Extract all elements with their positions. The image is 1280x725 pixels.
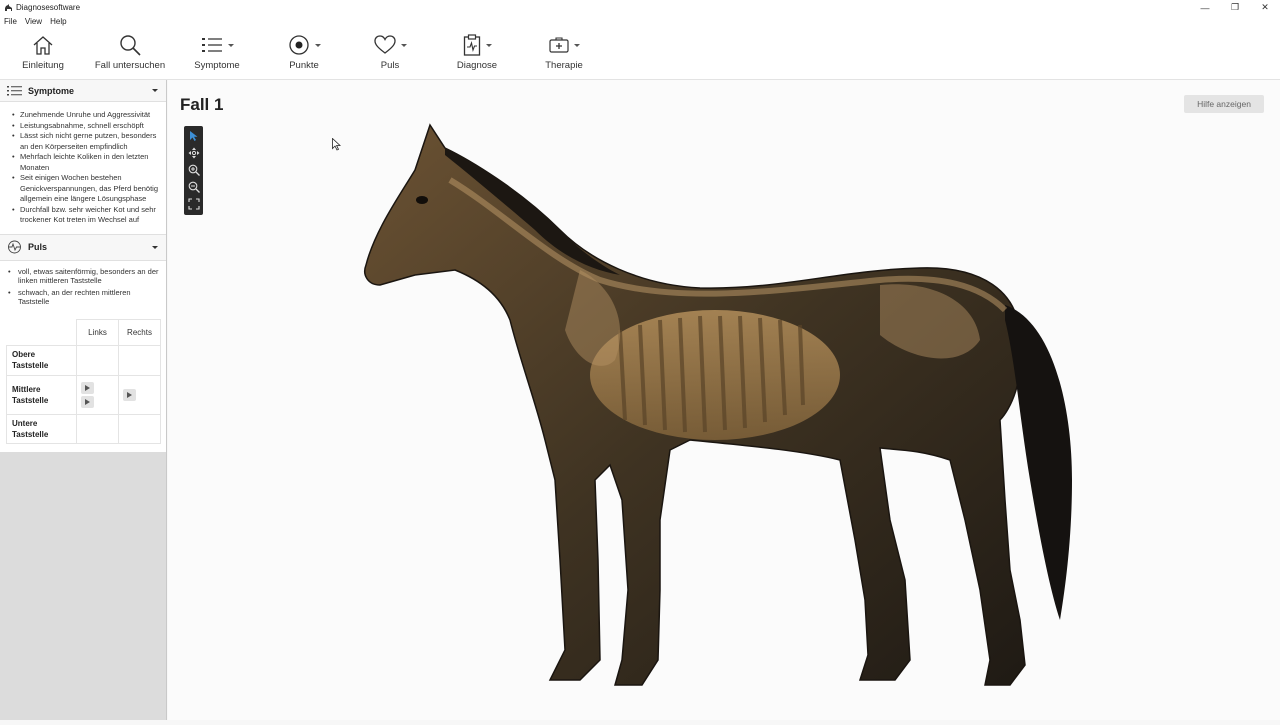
list-item: Durchfall bzw. sehr weicher Kot und sehr… [12,205,160,226]
target-point-icon [288,35,309,55]
list-item: Lässt sich nicht gerne putzen, besonders… [12,131,160,152]
toolbar-label: Punkte [289,60,319,71]
first-aid-icon [548,37,569,53]
window-title: Diagnosesoftware [16,3,81,12]
puls-panel-title: Puls [28,242,48,252]
chevron-down-icon[interactable] [152,245,158,249]
symptome-panel: Symptome Zunehmende Unruhe und Aggressiv… [0,80,166,234]
clipboard-icon [463,34,480,56]
chevron-down-icon [573,43,580,47]
symptom-list: Zunehmende Unruhe und Aggressivität Leis… [0,102,166,234]
list-icon [6,84,22,98]
mouse-cursor-icon [332,137,342,156]
play-pulse-button[interactable] [81,381,94,394]
symptome-panel-title: Symptome [28,85,75,96]
menu-view[interactable]: View [25,17,42,26]
menu-help[interactable]: Help [50,17,66,26]
symptome-panel-header[interactable]: Symptome [0,80,166,102]
chevron-down-icon [227,43,234,47]
toolbar-punkte-button[interactable]: Punkte [284,32,324,76]
window-controls: — ❐ ✕ [1190,0,1280,15]
toolbar-label: Diagnose [456,60,498,71]
toolbar-symptome-button[interactable]: Symptome [192,32,242,76]
puls-panel: Puls voll, etwas saitenförmig, besonders… [0,233,166,452]
cell-obere-links [76,344,119,376]
toolbar-fall-untersuchen-button[interactable]: Fall untersuchen [94,32,166,76]
main-view: Fall 1 Hilfe anzeigen [168,80,1280,720]
toolbar-einleitung-button[interactable]: Einleitung [22,32,64,76]
table-header-row: Links Rechts [7,318,161,346]
row-label-untere: Untere Taststelle [6,413,77,444]
toolbar-label: Puls [380,60,400,71]
list-item: Seit einigen Wochen bestehen Genickversp… [12,173,160,205]
cell-obere-rechts [118,344,161,376]
heart-icon [373,35,396,54]
list-item: Mehrfach leichte Koliken in den letzten … [12,152,160,173]
cell-untere-links [76,413,119,444]
toolbar-label: Einleitung [22,60,64,71]
list-icon [201,38,222,52]
list-item: voll, etwas saitenförmig, besonders an d… [8,267,160,285]
list-item: schwach, an der rechten mittleren Tastst… [8,288,160,306]
toolbar-therapie-button[interactable]: Therapie [542,32,586,76]
table-row: Mittlere Taststelle [6,374,161,415]
zoom-in-icon[interactable] [186,162,201,178]
play-pulse-button[interactable] [81,395,94,408]
toolbar-label: Fall untersuchen [94,60,166,71]
move-icon[interactable] [186,145,201,161]
cell-mittlere-rechts [118,374,161,415]
list-item: Zunehmende Unruhe und Aggressivität [12,110,160,121]
puls-list: voll, etwas saitenförmig, besonders an d… [0,261,166,315]
puls-table: Links Rechts Obere Taststelle Mittlere T… [6,318,161,444]
table-row: Obere Taststelle [6,344,161,376]
horse-app-icon [3,3,13,13]
home-icon [33,36,53,55]
chevron-down-icon [400,43,407,47]
help-button[interactable]: Hilfe anzeigen [1184,95,1264,113]
select-cursor-icon[interactable] [186,128,201,144]
chevron-down-icon[interactable] [152,89,158,92]
cell-mittlere-links [76,374,119,415]
play-pulse-button[interactable] [123,388,136,401]
toolbar-puls-button[interactable]: Puls [372,32,408,76]
close-button[interactable]: ✕ [1250,0,1280,15]
list-item: Leistungsabnahme, schnell erschöpft [12,121,160,132]
chevron-down-icon [485,43,492,47]
toolbar-diagnose-button[interactable]: Diagnose [455,32,499,76]
viewer-toolbar [184,126,203,215]
chevron-down-icon [314,43,321,47]
zoom-out-icon[interactable] [186,179,201,195]
menu-bar: File View Help [0,15,1280,28]
column-header-links: Links [76,318,119,346]
title-bar: Diagnosesoftware — ❐ ✕ [0,0,1280,15]
menu-file[interactable]: File [4,17,17,26]
row-label-obere: Obere Taststelle [6,344,77,376]
toolbar: Einleitung Fall untersuchen Symptome Pun… [0,28,1280,80]
minimize-button[interactable]: — [1190,0,1220,15]
toolbar-label: Symptome [194,60,240,71]
table-row: Untere Taststelle [6,413,161,444]
fit-screen-icon[interactable] [186,196,201,212]
pulse-icon [6,240,22,254]
toolbar-label: Therapie [545,60,583,71]
maximize-button[interactable]: ❐ [1220,0,1250,15]
column-header-rechts: Rechts [118,318,161,346]
cell-untere-rechts [118,413,161,444]
horse-anatomy-model[interactable] [360,120,1090,720]
search-icon [120,35,141,56]
row-label-mittlere: Mittlere Taststelle [6,374,77,415]
page-title: Fall 1 [180,95,224,114]
sidebar: Symptome Zunehmende Unruhe und Aggressiv… [0,80,167,720]
puls-panel-header[interactable]: Puls [0,234,166,261]
